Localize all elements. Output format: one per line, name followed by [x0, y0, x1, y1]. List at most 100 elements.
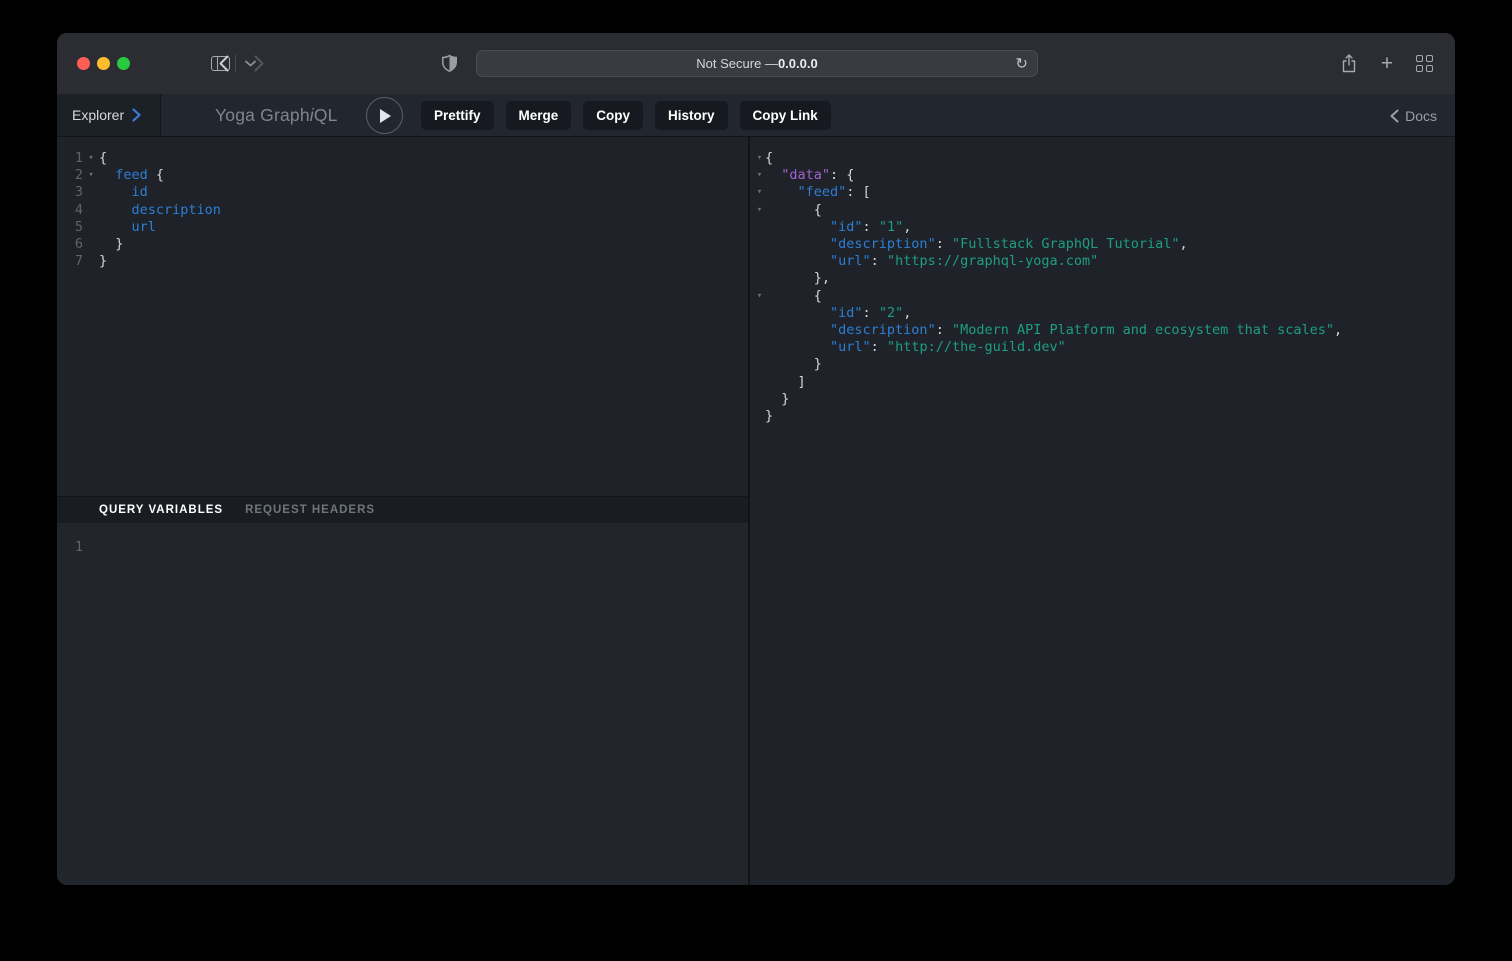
code-text: } [765, 391, 789, 408]
logo-prefix: Yoga Graph [215, 105, 310, 126]
minimize-window-button[interactable] [97, 57, 110, 70]
reload-icon[interactable]: ↻ [1015, 56, 1028, 71]
history-button[interactable]: History [655, 101, 728, 130]
code-line: 3 id [57, 184, 748, 201]
code-text: feed { [99, 167, 164, 184]
code-text: { [99, 150, 107, 167]
url-security-label: Not Secure — [696, 56, 778, 71]
fold-gutter [754, 339, 765, 356]
main-area: 1▾{2▾ feed {3 id4 description5 url6 }7} … [57, 137, 1455, 885]
copy-link-button[interactable]: Copy Link [740, 101, 831, 130]
tab-request-headers[interactable]: REQUEST HEADERS [245, 504, 375, 516]
code-text: "feed": [ [765, 184, 871, 201]
fold-arrow-icon[interactable]: ▾ [83, 167, 99, 184]
code-text: id [99, 184, 148, 201]
line-number: 5 [69, 219, 83, 236]
docs-chevron-icon [1390, 109, 1399, 123]
fold-arrow-icon[interactable]: ▾ [754, 150, 765, 167]
explorer-toggle[interactable]: Explorer [57, 94, 161, 136]
code-line: "url": "http://the-guild.dev" [750, 339, 1455, 356]
fold-gutter [83, 219, 99, 236]
close-window-button[interactable] [77, 57, 90, 70]
code-line: }, [750, 270, 1455, 287]
browser-titlebar: Not Secure — 0.0.0.0 ↻ + [57, 33, 1455, 94]
code-text: } [765, 408, 773, 425]
fold-gutter [83, 202, 99, 219]
code-text: "id": "1", [765, 219, 911, 236]
fold-arrow-icon[interactable]: ▾ [754, 167, 765, 184]
zoom-window-button[interactable] [117, 57, 130, 70]
traffic-lights [77, 57, 130, 70]
fold-gutter [83, 539, 99, 556]
code-line: 7} [57, 253, 748, 270]
fold-arrow-icon[interactable]: ▾ [754, 202, 765, 219]
code-line: "description": "Fullstack GraphQL Tutori… [750, 236, 1455, 253]
fold-gutter [754, 322, 765, 339]
fold-gutter [754, 253, 765, 270]
code-text: "id": "2", [765, 305, 911, 322]
code-line: "url": "https://graphql-yoga.com" [750, 253, 1455, 270]
copy-button[interactable]: Copy [583, 101, 643, 130]
code-line: ▾ { [750, 202, 1455, 219]
logo-suffix: QL [314, 105, 338, 126]
code-line: 2▾ feed { [57, 167, 748, 184]
yoga-graphiql-logo: Yoga GraphiQL [215, 94, 338, 137]
line-number: 7 [69, 253, 83, 270]
fold-gutter [754, 374, 765, 391]
toolbar-separator [235, 55, 236, 72]
variables-editor[interactable]: 1 [57, 523, 748, 885]
code-line: "id": "2", [750, 305, 1455, 322]
fold-arrow-icon[interactable]: ▾ [83, 150, 99, 167]
fold-gutter [754, 391, 765, 408]
fold-arrow-icon[interactable]: ▾ [754, 288, 765, 305]
fold-gutter [83, 253, 99, 270]
docs-label: Docs [1405, 108, 1437, 124]
code-line: 1 [57, 539, 748, 556]
address-bar[interactable]: Not Secure — 0.0.0.0 ↻ [476, 50, 1038, 77]
merge-button[interactable]: Merge [506, 101, 572, 130]
code-text: } [765, 356, 822, 373]
code-line: ▾{ [750, 150, 1455, 167]
fold-gutter [83, 184, 99, 201]
code-line: } [750, 356, 1455, 373]
variables-header: QUERY VARIABLES REQUEST HEADERS [57, 496, 748, 523]
prettify-button[interactable]: Prettify [421, 101, 494, 130]
new-tab-icon[interactable]: + [1377, 33, 1397, 94]
back-icon[interactable] [217, 33, 231, 94]
code-line: 1▾{ [57, 150, 748, 167]
line-number: 4 [69, 202, 83, 219]
query-editor[interactable]: 1▾{2▾ feed {3 id4 description5 url6 }7} [57, 137, 748, 496]
fold-gutter [754, 270, 765, 287]
share-icon[interactable] [1339, 33, 1359, 94]
code-text: { [765, 288, 822, 305]
code-line: ▾ "feed": [ [750, 184, 1455, 201]
tab-overview-icon[interactable] [1413, 33, 1435, 94]
execute-query-button[interactable] [366, 97, 403, 134]
docs-button[interactable]: Docs [1390, 94, 1437, 137]
fold-arrow-icon[interactable]: ▾ [754, 184, 765, 201]
line-number: 1 [69, 539, 83, 556]
code-line: 4 description [57, 202, 748, 219]
code-text: url [99, 219, 156, 236]
code-text: description [99, 202, 221, 219]
browser-window: Not Secure — 0.0.0.0 ↻ + Explorer Yoga G… [57, 33, 1455, 885]
line-number: 3 [69, 184, 83, 201]
code-text: } [99, 253, 107, 270]
code-text: ] [765, 374, 806, 391]
code-line: } [750, 408, 1455, 425]
right-pane: ▾{▾ "data": {▾ "feed": [▾ { "id": "1", "… [750, 137, 1455, 885]
code-line: ▾ { [750, 288, 1455, 305]
grid-glyph [1416, 55, 1433, 72]
fold-gutter [754, 236, 765, 253]
code-text: "description": "Modern API Platform and … [765, 322, 1342, 339]
shield-icon[interactable] [440, 33, 458, 94]
result-viewer: ▾{▾ "data": {▾ "feed": [▾ { "id": "1", "… [750, 137, 1455, 425]
code-line: ▾ "data": { [750, 167, 1455, 184]
explorer-chevron-icon [132, 108, 141, 122]
code-line: ] [750, 374, 1455, 391]
fold-gutter [754, 408, 765, 425]
left-pane: 1▾{2▾ feed {3 id4 description5 url6 }7} … [57, 137, 748, 885]
code-text: "url": "https://graphql-yoga.com" [765, 253, 1098, 270]
forward-icon[interactable] [252, 33, 266, 94]
tab-query-variables[interactable]: QUERY VARIABLES [99, 504, 223, 516]
